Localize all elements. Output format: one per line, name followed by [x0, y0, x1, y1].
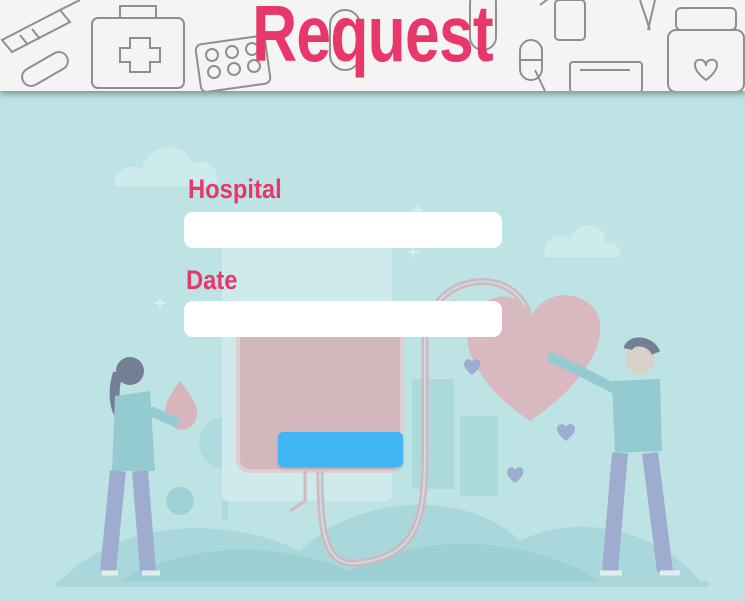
request-submit-button[interactable] — [278, 432, 403, 467]
syringe-icon — [0, 0, 81, 54]
capsule-icon — [21, 51, 69, 87]
medicine-bottle-icon — [667, 7, 745, 91]
date-input[interactable] — [184, 301, 502, 337]
request-panel: Hospital Date — [0, 91, 745, 601]
page-title: Request — [252, 0, 494, 78]
background-overlay — [0, 91, 745, 601]
hospital-label: Hospital — [188, 174, 282, 204]
hospital-input[interactable] — [184, 212, 502, 248]
date-label: Date — [186, 265, 238, 295]
page-header: Request — [0, 0, 745, 91]
